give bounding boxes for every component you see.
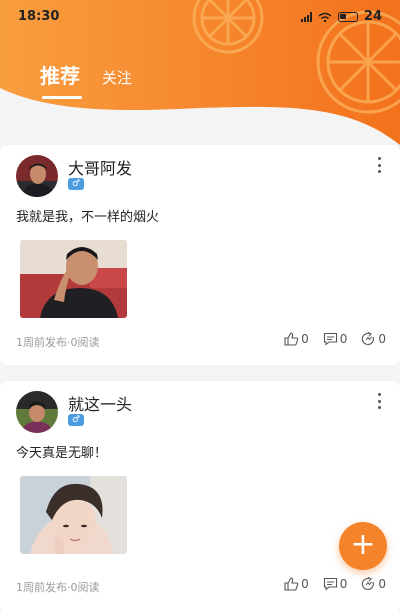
like-count: 0 (301, 332, 309, 346)
post-image[interactable] (20, 476, 127, 554)
tab-following[interactable]: 关注 (102, 67, 132, 88)
post-username[interactable]: 大哥阿发 (68, 155, 132, 179)
plus-icon: + (350, 526, 376, 562)
male-icon: ♂ (68, 414, 84, 426)
like-button[interactable]: 0 (284, 332, 309, 346)
post-meta: 1周前发布·0阅读 (16, 581, 100, 594)
post-content: 我就是我，不一样的烟火 (16, 210, 160, 225)
post-username[interactable]: 就这一头 (68, 391, 132, 415)
more-options-icon[interactable] (376, 393, 382, 409)
avatar[interactable] (16, 391, 58, 433)
comment-count: 0 (339, 577, 348, 591)
status-time: 18:30 (18, 9, 60, 24)
post-stats: 0 0 0 (284, 577, 386, 591)
more-options-icon[interactable] (376, 157, 382, 173)
share-button[interactable]: 0 (361, 577, 386, 591)
comment-button[interactable]: 0 (323, 577, 348, 591)
comment-icon (323, 332, 337, 346)
avatar[interactable] (16, 155, 58, 197)
like-button[interactable]: 0 (284, 577, 309, 591)
comment-button[interactable]: 0 (323, 332, 348, 346)
share-icon (362, 332, 375, 345)
status-bar: 18:30 24 (0, 0, 400, 34)
share-icon (362, 577, 375, 590)
post-image[interactable] (20, 240, 127, 318)
battery-icon (337, 11, 358, 22)
header: 18:30 24 推荐 关注 (0, 0, 400, 145)
share-count: 0 (378, 332, 386, 346)
share-count: 0 (378, 577, 386, 591)
comment-icon (323, 577, 337, 591)
post-stats: 0 0 0 (284, 332, 386, 346)
thumbs-up-icon (284, 332, 299, 346)
top-tabs: 推荐 关注 (40, 60, 132, 99)
share-button[interactable]: 0 (361, 332, 386, 346)
post-card[interactable]: 大哥阿发 ♂ 我就是我，不一样的烟火 1周前发布·0阅读 0 0 0 (0, 145, 400, 365)
male-icon: ♂ (68, 178, 84, 190)
post-content: 今天真是无聊！ (16, 446, 108, 461)
post-card[interactable]: 就这一头 ♂ 今天真是无聊！ 1周前发布·0阅读 0 0 0 (0, 381, 400, 611)
comment-count: 0 (339, 332, 348, 346)
wifi-icon (318, 12, 332, 22)
thumbs-up-icon (284, 577, 299, 591)
new-post-button[interactable]: + (339, 522, 387, 570)
tab-recommend[interactable]: 推荐 (40, 60, 82, 99)
battery-level: 24 (363, 9, 382, 24)
signal-icon (300, 11, 312, 22)
post-meta: 1周前发布·0阅读 (16, 336, 100, 349)
like-count: 0 (301, 577, 309, 591)
